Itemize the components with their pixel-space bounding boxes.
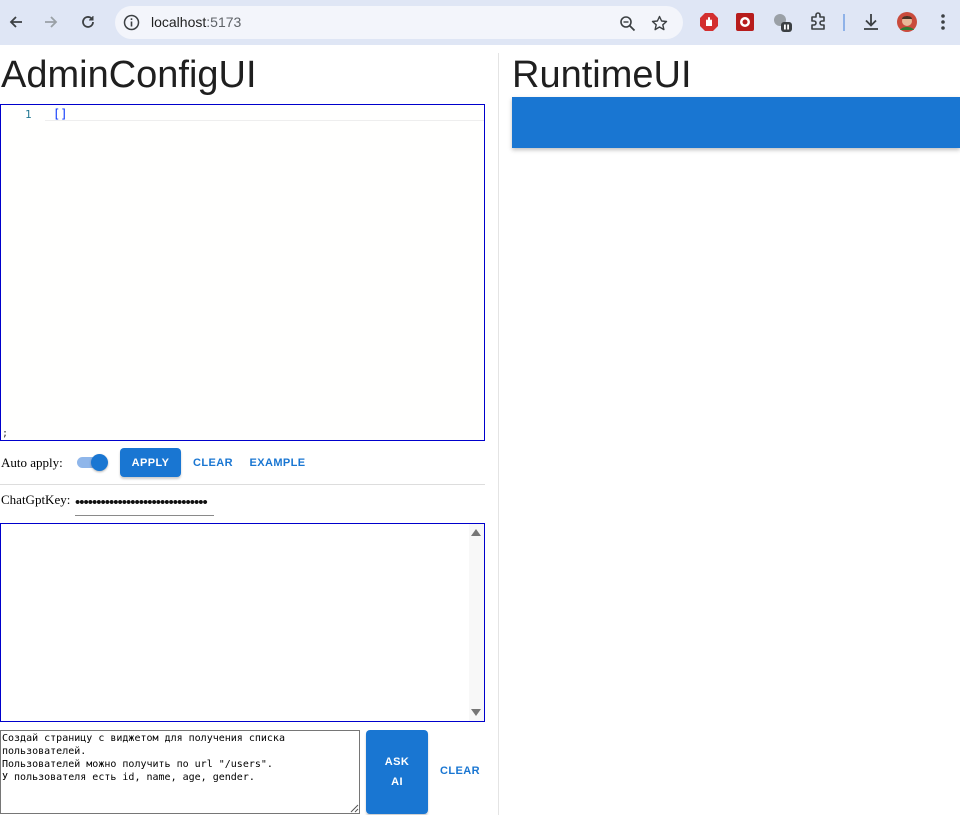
config-code-editor[interactable]: 1 [] ; [0, 104, 485, 441]
arrow-left-icon [9, 16, 22, 28]
reload-button[interactable] [75, 9, 101, 35]
address-bar[interactable]: localhost:5173 [115, 6, 683, 39]
paused-extension-icon[interactable] [771, 11, 793, 33]
runtime-app-bar [512, 97, 960, 148]
zoom-icon[interactable] [617, 13, 637, 33]
ai-response-textarea[interactable] [0, 523, 485, 722]
download-icon[interactable] [860, 11, 882, 33]
prompt-textarea[interactable]: Создай страницу с виджетом для получения… [0, 730, 360, 814]
editor-tail-text: ; [2, 428, 9, 439]
chatgpt-key-input[interactable]: ••••••••••••••••••••••••••••••• [75, 494, 214, 516]
current-line-highlight [45, 105, 484, 121]
scroll-down-arrow-icon[interactable] [471, 709, 481, 716]
adblock-icon[interactable] [698, 11, 720, 33]
scroll-up-arrow-icon[interactable] [471, 529, 481, 536]
line-number: 1 [25, 108, 32, 121]
auto-apply-label: Auto apply: [1, 455, 63, 470]
url-text: localhost:5173 [151, 14, 241, 30]
clear-prompt-button[interactable]: CLEAR [435, 758, 485, 784]
forward-button[interactable] [38, 9, 64, 35]
url-host: localhost [151, 14, 207, 30]
profile-avatar[interactable] [896, 11, 918, 33]
bookmark-star-icon[interactable] [649, 13, 669, 33]
resize-handle-icon[interactable] [350, 804, 359, 813]
editor-code[interactable]: [] [53, 107, 67, 121]
section-divider [0, 484, 485, 485]
chatgpt-key-label: ChatGptKey: [1, 492, 71, 507]
admin-title: AdminConfigUI [1, 54, 257, 96]
puzzle-icon[interactable] [807, 11, 829, 33]
auto-apply-switch[interactable] [77, 454, 109, 471]
back-button[interactable] [3, 9, 29, 35]
toolbar-separator [843, 14, 845, 31]
runtime-title: RuntimeUI [512, 54, 692, 96]
ask-ai-button[interactable]: ASK AI [366, 730, 428, 814]
reload-icon [82, 16, 94, 28]
site-info-icon[interactable] [122, 13, 141, 32]
panel-divider [498, 53, 499, 815]
browser-toolbar: localhost:5173 [0, 0, 960, 45]
clear-config-button[interactable]: CLEAR [188, 448, 238, 477]
red-extension-icon[interactable] [734, 11, 756, 33]
arrow-right-icon [45, 16, 58, 28]
more-menu-icon[interactable] [932, 11, 954, 33]
ask-ai-label-line1: ASK [384, 756, 410, 768]
url-port: :5173 [206, 14, 242, 30]
switch-thumb [91, 454, 108, 471]
ask-ai-label-line2: AI [391, 776, 403, 788]
apply-button[interactable]: APPLY [120, 448, 181, 477]
example-button[interactable]: EXAMPLE [244, 448, 311, 477]
response-scrollbar[interactable] [469, 524, 484, 721]
